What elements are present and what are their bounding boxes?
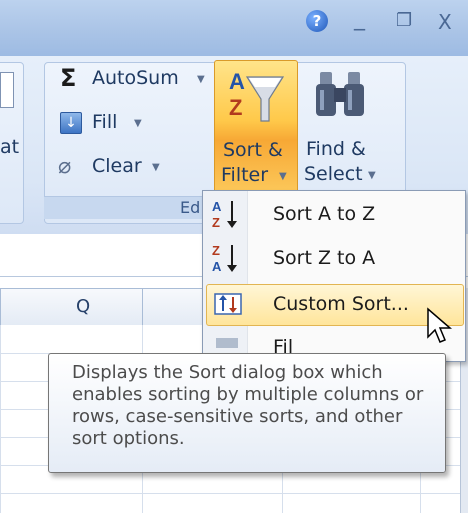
- chevron-down-icon: ▼: [152, 162, 160, 173]
- sort-filter-label-line1: Sort &: [223, 139, 283, 161]
- eraser-icon: ⌀: [58, 154, 72, 179]
- find-select-label-line1: Find &: [306, 138, 366, 160]
- filter-icon: [216, 338, 238, 348]
- find-select-label-line2: Select: [304, 163, 363, 185]
- svg-text:Z: Z: [212, 215, 220, 230]
- svg-text:A: A: [212, 199, 222, 214]
- sort-descending-icon: Z A: [212, 243, 237, 274]
- fill-down-icon: ↓: [60, 112, 82, 134]
- autosum-label: AutoSum: [92, 67, 179, 89]
- svg-text:Z: Z: [212, 243, 220, 258]
- tooltip-text: Displays the Sort dialog box which enabl…: [72, 362, 424, 449]
- fill-button[interactable]: ↓ Fill ▼: [58, 110, 158, 138]
- restore-button[interactable]: ❐: [396, 10, 412, 31]
- autosum-button[interactable]: Σ AutoSum ▼: [58, 64, 208, 94]
- chevron-down-icon: ▼: [279, 171, 287, 182]
- help-icon[interactable]: ?: [306, 10, 328, 32]
- editing-group-label: Ed: [180, 198, 201, 217]
- svg-text:Z: Z: [229, 95, 242, 120]
- sort-filter-button[interactable]: A Z Sort & Filter ▼: [214, 60, 298, 194]
- chevron-down-icon: ▼: [197, 74, 205, 85]
- sort-filter-icon: A Z: [229, 69, 285, 122]
- find-select-button[interactable]: Find & Select ▼: [300, 60, 392, 192]
- binoculars-icon: [316, 72, 364, 116]
- svg-text:A: A: [212, 259, 222, 274]
- chevron-down-icon: ▼: [134, 118, 142, 129]
- mouse-cursor-icon: [427, 307, 453, 343]
- sort-ascending-icon: A Z: [212, 199, 237, 230]
- menu-item-label: Custom Sort...: [273, 293, 409, 315]
- title-bar: ? _ ❐ X: [0, 0, 468, 56]
- svg-text:A: A: [229, 69, 245, 94]
- menu-item-label: Sort Z to A: [273, 247, 376, 269]
- fill-label: Fill: [92, 111, 118, 133]
- clear-button[interactable]: ⌀ Clear ▼: [58, 154, 168, 182]
- cells-format-icon: [0, 72, 14, 108]
- sort-filter-label-line2: Filter: [221, 164, 269, 186]
- sigma-icon: Σ: [60, 64, 77, 92]
- chevron-down-icon: ▼: [368, 170, 376, 181]
- cells-format-label[interactable]: at: [0, 136, 19, 158]
- minimize-button[interactable]: _: [354, 6, 365, 31]
- menu-item-label: Sort A to Z: [273, 203, 376, 225]
- column-header-q[interactable]: Q: [76, 296, 90, 317]
- custom-sort-icon: [214, 293, 242, 315]
- clear-label: Clear: [92, 155, 142, 177]
- close-button[interactable]: X: [438, 10, 452, 34]
